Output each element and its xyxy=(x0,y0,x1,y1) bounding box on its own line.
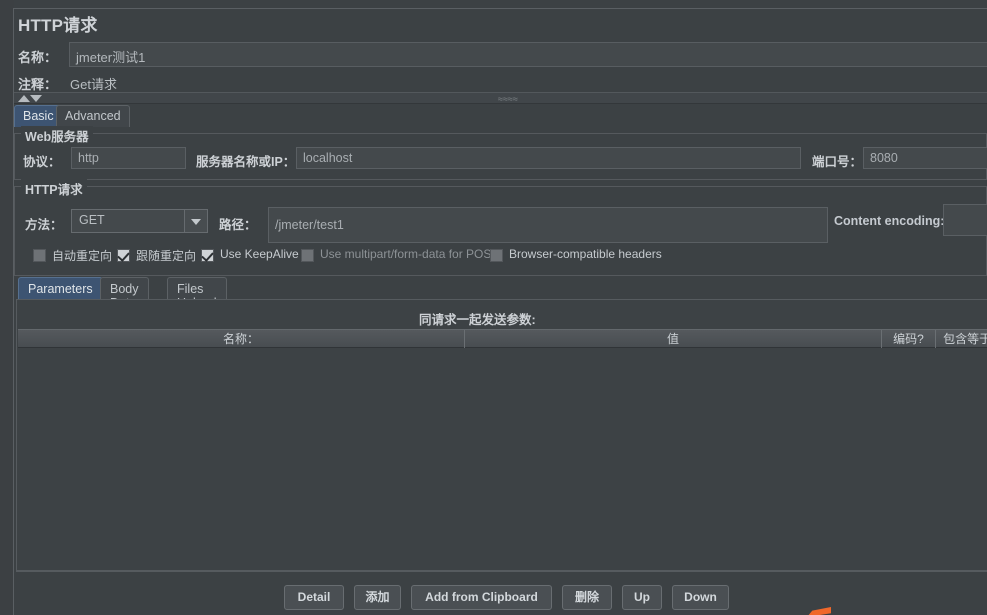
jmeter-http-request-panel: HTTP请求 名称： jmeter测试1 注释： Get请求 ≈≈≈≈ Basi… xyxy=(0,0,987,615)
http-request-group: HTTP请求 方法： GET 路径： /jmeter/test1 Content… xyxy=(14,179,987,276)
page-title: HTTP请求 xyxy=(18,16,98,35)
triangle-up-icon[interactable] xyxy=(18,95,30,102)
tab-body-data[interactable]: Body Data xyxy=(100,277,149,310)
parameters-table-header: 名称： 值 编码? 包含等于? xyxy=(18,329,987,348)
server-label: 服务器名称或IP： xyxy=(196,155,296,169)
parameters-table-body[interactable] xyxy=(18,348,987,570)
triangle-down-icon[interactable] xyxy=(30,95,42,102)
column-header-include-equals[interactable]: 包含等于? xyxy=(936,330,987,348)
left-gutter xyxy=(0,0,14,615)
web-server-group: Web服务器 协议： http 服务器名称或IP： localhost 端口号：… xyxy=(14,126,987,180)
tab-advanced[interactable]: Advanced xyxy=(56,105,130,127)
up-button[interactable]: Up xyxy=(622,585,662,610)
method-selected-value: GET xyxy=(79,213,105,227)
comment-label: 注释： xyxy=(18,77,58,92)
add-button[interactable]: 添加 xyxy=(354,585,401,610)
comment-row: 注释： Get请求 xyxy=(14,72,987,92)
down-button[interactable]: Down xyxy=(672,585,729,610)
checkbox-use-keepalive-label: Use KeepAlive xyxy=(220,247,299,261)
method-select[interactable]: GET xyxy=(71,209,208,233)
checkbox-use-multipart[interactable] xyxy=(301,249,314,262)
web-server-legend: Web服务器 xyxy=(21,126,93,145)
checkbox-auto-redirect-label: 自动重定向 xyxy=(52,249,113,263)
path-label: 路径： xyxy=(219,218,257,232)
content-encoding-label: Content encoding: xyxy=(834,214,945,228)
protocol-input[interactable]: http xyxy=(71,147,186,169)
content-encoding-input[interactable] xyxy=(943,204,987,236)
checkbox-use-multipart-label: Use multipart/form-data for POST xyxy=(320,247,499,261)
checkbox-browser-compatible-headers-label: Browser-compatible headers xyxy=(509,247,662,261)
parameters-panel: 同请求一起发送参数: 名称： 值 编码? 包含等于? xyxy=(16,299,987,571)
top-tab-strip: Basic Advanced xyxy=(14,105,987,127)
name-label: 名称： xyxy=(18,50,58,65)
checkbox-follow-redirect[interactable] xyxy=(117,249,130,262)
column-header-value[interactable]: 值 xyxy=(465,330,882,348)
tab-parameters[interactable]: Parameters xyxy=(18,277,103,300)
checkbox-use-keepalive[interactable] xyxy=(201,249,214,262)
method-label: 方法： xyxy=(25,218,63,232)
chevron-down-icon[interactable] xyxy=(184,210,207,232)
tab-files-upload[interactable]: Files Upload xyxy=(167,277,227,310)
column-header-encode[interactable]: 编码? xyxy=(882,330,936,348)
comment-input[interactable]: Get请求 xyxy=(70,74,117,93)
server-input[interactable]: localhost xyxy=(296,147,801,169)
name-row: 名称： jmeter测试1 xyxy=(14,42,987,68)
path-input[interactable]: /jmeter/test1 xyxy=(268,207,828,243)
add-from-clipboard-button[interactable]: Add from Clipboard xyxy=(411,585,552,610)
column-header-name[interactable]: 名称： xyxy=(18,330,465,348)
delete-button[interactable]: 删除 xyxy=(562,585,612,610)
checkbox-browser-compatible-headers[interactable] xyxy=(490,249,503,262)
http-request-legend: HTTP请求 xyxy=(21,179,87,198)
detail-button[interactable]: Detail xyxy=(284,585,344,610)
splitter-grip[interactable]: ≈≈≈≈ xyxy=(498,96,538,102)
name-input[interactable]: jmeter测试1 xyxy=(69,42,987,67)
protocol-label: 协议： xyxy=(23,155,61,169)
parameters-title: 同请求一起发送参数: xyxy=(419,313,536,327)
checkbox-auto-redirect[interactable] xyxy=(33,249,46,262)
split-pane-divider[interactable]: ≈≈≈≈ xyxy=(14,92,987,104)
button-bar: Detail 添加 Add from Clipboard 删除 Up Down xyxy=(16,572,987,615)
port-input[interactable]: 8080 xyxy=(863,147,987,169)
port-label: 端口号： xyxy=(812,155,863,169)
checkbox-follow-redirect-label: 跟随重定向 xyxy=(136,249,197,263)
